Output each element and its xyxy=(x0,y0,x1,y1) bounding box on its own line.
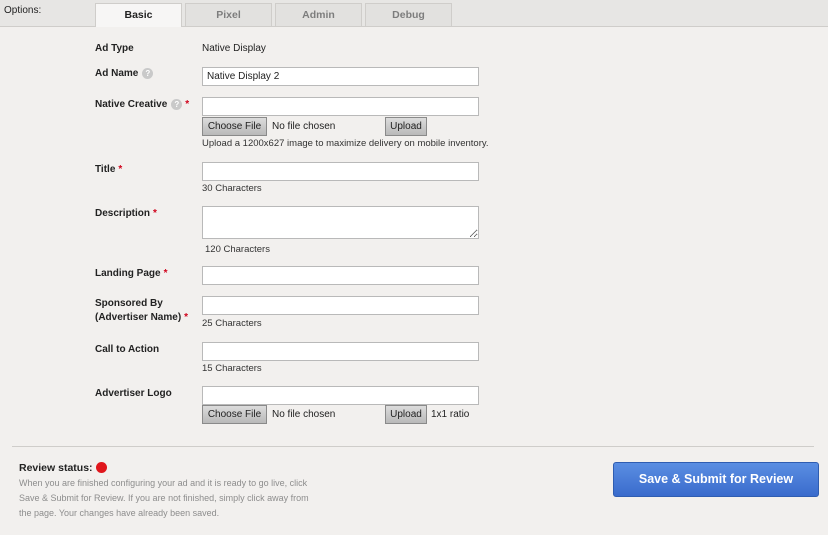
ad-type-label-text: Ad Type xyxy=(95,43,134,54)
required-marker: * xyxy=(163,268,168,279)
ad-name-input[interactable] xyxy=(202,67,479,86)
call-to-action-input[interactable] xyxy=(202,342,479,361)
required-marker: * xyxy=(153,208,157,219)
sponsored-by-label-line1: Sponsored By xyxy=(95,298,163,309)
options-label: Options: xyxy=(4,5,42,16)
tab-pixel[interactable]: Pixel xyxy=(185,3,272,26)
help-icon[interactable]: ? xyxy=(171,99,183,110)
review-status-heading: Review status: xyxy=(19,462,107,474)
advertiser-logo-label: Advertiser Logo xyxy=(95,387,172,401)
title-input[interactable] xyxy=(202,162,479,181)
native-creative-no-file-text: No file chosen xyxy=(272,121,336,132)
description-label-text: Description xyxy=(95,208,151,219)
review-status-title: Review status: xyxy=(19,462,93,474)
advertiser-logo-no-file-text: No file chosen xyxy=(272,409,336,420)
options-bar: Options: Basic Pixel Admin Debug xyxy=(0,0,828,27)
title-label-text: Title xyxy=(95,164,116,175)
landing-page-label-text: Landing Page xyxy=(95,268,161,279)
advertiser-logo-ratio-text: 1x1 ratio xyxy=(431,409,470,420)
ad-name-label-text: Ad Name xyxy=(95,68,139,79)
landing-page-input[interactable] xyxy=(202,266,479,285)
sponsored-by-label: Sponsored By (Advertiser Name) * xyxy=(95,297,188,325)
description-label: Description * xyxy=(95,207,157,221)
required-marker: * xyxy=(118,164,123,175)
sponsored-by-char-hint: 25 Characters xyxy=(202,318,262,329)
save-submit-review-button[interactable]: Save & Submit for Review xyxy=(613,462,819,497)
landing-page-label: Landing Page * xyxy=(95,267,167,281)
sponsored-by-input[interactable] xyxy=(202,296,479,315)
advertiser-logo-field[interactable] xyxy=(202,386,479,405)
review-status-description: When you are finished configuring your a… xyxy=(19,478,309,518)
section-divider xyxy=(12,446,814,447)
required-marker: * xyxy=(184,312,189,323)
sponsored-by-label-line2: (Advertiser Name) xyxy=(95,312,182,323)
ad-type-value: Native Display xyxy=(202,43,266,54)
call-to-action-char-hint: 15 Characters xyxy=(202,363,262,374)
call-to-action-label: Call to Action xyxy=(95,343,159,357)
description-char-hint: 120 Characters xyxy=(205,244,270,255)
ad-name-label: Ad Name? xyxy=(95,67,154,81)
advertiser-logo-upload-button[interactable]: Upload xyxy=(385,405,427,424)
ad-type-label: Ad Type xyxy=(95,42,134,56)
help-icon[interactable]: ? xyxy=(142,68,154,79)
call-to-action-label-text: Call to Action xyxy=(95,344,160,355)
native-creative-field[interactable] xyxy=(202,97,479,116)
native-creative-upload-button[interactable]: Upload xyxy=(385,117,427,136)
title-char-hint: 30 Characters xyxy=(202,183,262,194)
native-creative-hint: Upload a 1200x627 image to maximize deli… xyxy=(202,138,489,149)
required-marker: * xyxy=(185,99,190,110)
native-creative-label: Native Creative? * xyxy=(95,98,189,112)
advertiser-logo-label-text: Advertiser Logo xyxy=(95,388,172,399)
native-creative-label-text: Native Creative xyxy=(95,99,168,110)
tab-basic[interactable]: Basic xyxy=(95,3,182,27)
description-textarea[interactable] xyxy=(202,206,479,239)
advertiser-logo-choose-file-button[interactable]: Choose File xyxy=(202,405,267,424)
status-dot-icon xyxy=(95,462,107,473)
title-label: Title * xyxy=(95,163,122,177)
native-creative-choose-file-button[interactable]: Choose File xyxy=(202,117,267,136)
tab-debug[interactable]: Debug xyxy=(365,3,452,26)
tab-admin[interactable]: Admin xyxy=(275,3,362,26)
